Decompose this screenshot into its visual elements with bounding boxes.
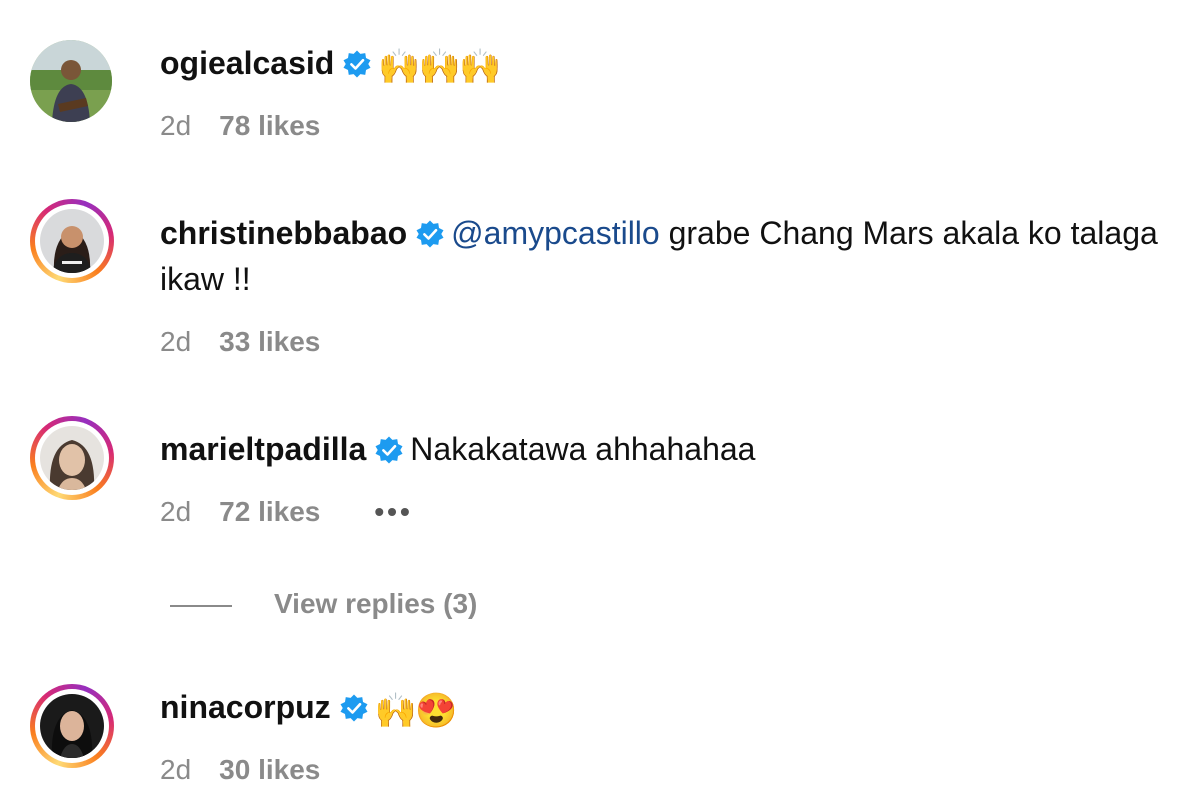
verified-badge-icon (343, 50, 371, 78)
comment-time[interactable]: 2d (160, 496, 191, 527)
comment-meta: 2d 33 likes (160, 326, 320, 358)
comment-text-line: ninacorpuz 🙌😍 (160, 684, 1160, 734)
comment-text: 🙌😍 (374, 692, 458, 730)
avatar[interactable] (30, 40, 112, 122)
avatar-image (40, 694, 104, 758)
comment-meta: 2d 78 likes (160, 110, 320, 142)
verified-badge-icon (375, 436, 403, 464)
comment-text: 🙌🙌🙌 (378, 48, 501, 86)
avatar-image (30, 40, 112, 122)
avatar[interactable] (30, 199, 114, 283)
avatar-image (40, 426, 104, 490)
more-options-icon[interactable]: ••• (374, 496, 412, 527)
username-link[interactable]: christinebbabao (160, 215, 407, 251)
comment-time[interactable]: 2d (160, 110, 191, 141)
avatar[interactable] (30, 684, 114, 768)
avatar-image (40, 209, 104, 273)
view-replies-button[interactable]: View replies (3) (170, 588, 477, 620)
likes-count[interactable]: 72 likes (219, 496, 320, 527)
comment-text-line: marieltpadilla Nakakatawa ahhahahaa (160, 426, 1160, 472)
mention-link[interactable]: @amypcastillo (451, 215, 660, 251)
likes-count[interactable]: 33 likes (219, 326, 320, 357)
likes-count[interactable]: 78 likes (219, 110, 320, 141)
comment-time[interactable]: 2d (160, 754, 191, 785)
avatar[interactable] (30, 416, 114, 500)
comment-meta: 2d 72 likes ••• (160, 496, 413, 528)
comment-time[interactable]: 2d (160, 326, 191, 357)
comment-text: Nakakatawa ahhahahaa (410, 431, 756, 467)
view-replies-label: View replies (3) (274, 588, 478, 619)
verified-badge-icon (340, 694, 368, 722)
likes-count[interactable]: 30 likes (219, 754, 320, 785)
comment-text-line: ogiealcasid 🙌🙌🙌 (160, 40, 1160, 90)
username-link[interactable]: ogiealcasid (160, 45, 334, 81)
verified-badge-icon (416, 220, 444, 248)
replies-divider (170, 604, 232, 607)
comment-meta: 2d 30 likes (160, 754, 320, 786)
comment-text-line: christinebbabao @amypcastillo grabe Chang… (160, 210, 1160, 302)
username-link[interactable]: ninacorpuz (160, 689, 331, 725)
username-link[interactable]: marieltpadilla (160, 431, 366, 467)
